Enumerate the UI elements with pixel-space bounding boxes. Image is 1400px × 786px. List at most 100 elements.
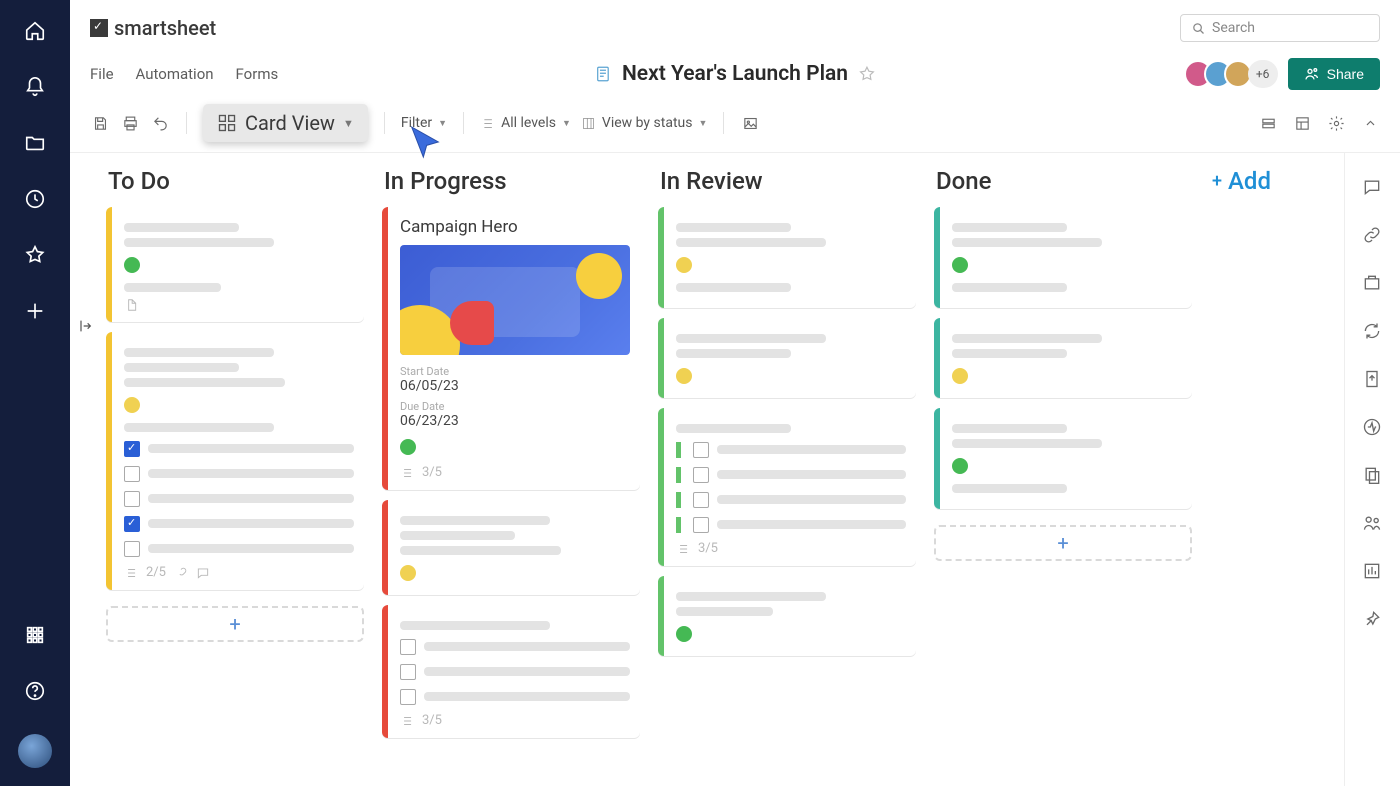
checkbox-icon[interactable] <box>693 442 709 458</box>
card[interactable] <box>934 207 1192 308</box>
card[interactable]: 3/5 <box>658 408 916 566</box>
share-button[interactable]: Share <box>1288 58 1380 90</box>
add-card-button[interactable]: + <box>106 606 364 642</box>
column-header[interactable]: To Do <box>106 163 364 207</box>
view-switcher[interactable]: Card View ▼ <box>203 104 368 142</box>
menu-file[interactable]: File <box>90 65 114 83</box>
checkbox-icon[interactable] <box>693 492 709 508</box>
due-date-label: Due Date <box>400 400 630 413</box>
proofs-panel-icon[interactable] <box>1362 273 1384 295</box>
checkbox-icon[interactable] <box>400 689 416 705</box>
column-header[interactable]: In Progress <box>382 163 640 207</box>
kanban-board: To Do <box>100 153 1344 786</box>
card[interactable] <box>658 576 916 656</box>
subtask-icon <box>400 466 414 480</box>
card-footer: 3/5 <box>676 541 906 556</box>
image-view-icon[interactable] <box>740 113 760 133</box>
user-avatar[interactable] <box>18 734 52 768</box>
avatar-overflow[interactable]: +6 <box>1248 60 1278 88</box>
card-footer: 3/5 <box>400 465 630 480</box>
card-view-icon <box>217 113 237 133</box>
subtask-icon <box>676 542 690 556</box>
start-date-label: Start Date <box>400 365 630 378</box>
status-dot-icon <box>400 565 416 581</box>
star-icon[interactable] <box>22 242 48 268</box>
card-footer: 2/5 <box>124 565 354 580</box>
share-label: Share <box>1327 66 1364 82</box>
levels-button[interactable]: All levels ▼ <box>480 115 571 131</box>
checkbox-icon[interactable] <box>693 517 709 533</box>
column-in-review: In Review <box>658 163 916 776</box>
expand-lane-icon[interactable] <box>70 153 100 786</box>
card[interactable] <box>382 500 640 595</box>
favorite-star-icon[interactable] <box>858 65 876 83</box>
view-by-button[interactable]: View by status ▼ <box>581 115 707 131</box>
checkbox-icon[interactable] <box>124 466 140 482</box>
activity-icon[interactable] <box>1362 417 1384 439</box>
card[interactable] <box>934 318 1192 398</box>
chevron-down-icon: ▼ <box>562 118 571 129</box>
card-campaign-hero[interactable]: Campaign Hero Start Date 06/05/23 Due Da… <box>382 207 640 490</box>
card[interactable] <box>106 207 364 322</box>
sheet-title[interactable]: Next Year's Launch Plan <box>622 62 848 86</box>
status-dot-icon <box>676 626 692 642</box>
status-dot-icon <box>676 368 692 384</box>
add-card-button[interactable]: + <box>934 525 1192 561</box>
clipboard-icon[interactable] <box>1362 465 1384 487</box>
save-icon[interactable] <box>90 113 110 133</box>
plus-icon[interactable] <box>22 298 48 324</box>
checkbox-icon[interactable] <box>400 639 416 655</box>
people-panel-icon[interactable] <box>1362 513 1384 535</box>
attachments-panel-icon[interactable] <box>1362 225 1384 247</box>
clock-icon[interactable] <box>22 186 48 212</box>
status-dot-icon <box>952 458 968 474</box>
card[interactable] <box>934 408 1192 509</box>
card[interactable] <box>658 207 916 308</box>
checkbox-icon[interactable] <box>693 467 709 483</box>
add-column[interactable]: + Add <box>1210 163 1330 776</box>
column-todo: To Do <box>106 163 364 776</box>
brand-logo[interactable]: smartsheet <box>90 16 216 40</box>
checkbox-icon[interactable] <box>124 491 140 507</box>
subtask-icon <box>400 714 414 728</box>
column-header[interactable]: Done <box>934 163 1192 207</box>
settings-gear-icon[interactable] <box>1326 113 1346 133</box>
plus-icon: + <box>1212 171 1222 192</box>
share-people-icon <box>1304 66 1320 82</box>
bell-icon[interactable] <box>22 74 48 100</box>
status-dot-icon <box>124 397 140 413</box>
status-dot-icon <box>676 257 692 273</box>
pin-icon[interactable] <box>1362 609 1384 631</box>
apps-grid-icon[interactable] <box>22 622 48 648</box>
subtask-count: 3/5 <box>698 541 718 556</box>
refresh-icon[interactable] <box>1362 321 1384 343</box>
attachment-icon <box>124 298 138 312</box>
brand-mark-icon <box>90 19 108 37</box>
menu-automation[interactable]: Automation <box>136 65 214 83</box>
layout-icon[interactable] <box>1292 113 1312 133</box>
chevron-down-icon: ▼ <box>343 117 354 130</box>
card[interactable]: 3/5 <box>382 605 640 738</box>
checkbox-icon[interactable] <box>124 516 140 532</box>
help-icon[interactable] <box>22 678 48 704</box>
card[interactable]: 2/5 <box>106 332 364 590</box>
column-header[interactable]: In Review <box>658 163 916 207</box>
global-nav <box>0 0 70 786</box>
export-icon[interactable] <box>1362 369 1384 391</box>
brand-text: smartsheet <box>114 16 216 40</box>
checkbox-icon[interactable] <box>400 664 416 680</box>
chart-panel-icon[interactable] <box>1362 561 1384 583</box>
card-density-icon[interactable] <box>1258 113 1278 133</box>
collapse-panel-icon[interactable] <box>1360 113 1380 133</box>
search-input[interactable]: Search <box>1180 14 1380 42</box>
undo-icon[interactable] <box>150 113 170 133</box>
folder-icon[interactable] <box>22 130 48 156</box>
menu-forms[interactable]: Forms <box>236 65 279 83</box>
comments-panel-icon[interactable] <box>1362 177 1384 199</box>
print-icon[interactable] <box>120 113 140 133</box>
card[interactable] <box>658 318 916 398</box>
home-icon[interactable] <box>22 18 48 44</box>
collaborator-avatars[interactable]: +6 <box>1192 60 1278 88</box>
checkbox-icon[interactable] <box>124 441 140 457</box>
checkbox-icon[interactable] <box>124 541 140 557</box>
